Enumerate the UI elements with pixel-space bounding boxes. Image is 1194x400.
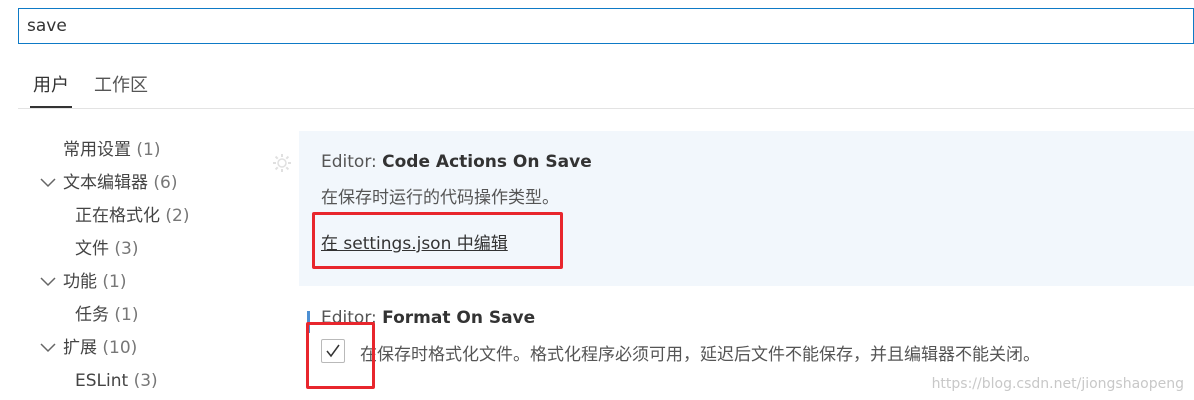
toc-item-label: ESLint: [75, 371, 129, 391]
setting-title: Editor: Code Actions On Save: [321, 152, 592, 172]
toc-item-label: 常用设置: [63, 140, 131, 160]
toc-item-eslint[interactable]: ESLint (3): [75, 365, 158, 397]
toc-item-formatting[interactable]: 正在格式化 (2): [75, 200, 190, 232]
tab-workspace[interactable]: 工作区: [94, 72, 148, 106]
toc-item-text-editor[interactable]: 文本编辑器 (6): [63, 167, 178, 199]
toc-item-label: 扩展: [63, 338, 97, 358]
toc-item-label: 文件: [75, 239, 109, 259]
toc-item-count: (1): [114, 305, 139, 325]
watermark: https://blog.csdn.net/jiongshaopeng: [931, 376, 1184, 392]
toc-item-label: 功能: [63, 272, 97, 292]
toc-item-count: (1): [136, 140, 161, 160]
chevron-down-icon[interactable]: [38, 266, 58, 298]
settings-toc: 常用设置 (1) 文本编辑器 (6) 正在格式化 (2) 文件 (3) 功能 (…: [0, 133, 270, 400]
toc-item-files[interactable]: 文件 (3): [75, 233, 139, 265]
scope-tabs: 用户 工作区: [18, 66, 1194, 109]
toc-item-tasks[interactable]: 任务 (1): [75, 299, 139, 331]
toc-item-label: 文本编辑器: [63, 173, 148, 193]
toc-item-extensions[interactable]: 扩展 (10): [63, 332, 137, 364]
setting-description: 在保存时运行的代码操作类型。: [321, 188, 559, 208]
setting-category: Editor:: [321, 152, 383, 172]
toc-item-label: 任务: [75, 305, 109, 325]
toc-item-features[interactable]: 功能 (1): [63, 266, 127, 298]
setting-description: 在保存时格式化文件。格式化程序必须可用，延迟后文件不能保存，并且编辑器不能关闭。: [360, 345, 1040, 365]
annotation-highlight-box: [312, 212, 563, 269]
toc-item-count: (2): [165, 206, 190, 226]
toc-item-count: (3): [133, 371, 158, 391]
toc-item-count: (6): [153, 173, 178, 193]
search-input[interactable]: [27, 9, 1177, 43]
gear-icon[interactable]: [272, 153, 292, 173]
setting-name: Format On Save: [382, 308, 536, 328]
toc-item-count: (10): [102, 338, 138, 358]
chevron-down-icon[interactable]: [38, 167, 58, 199]
tab-user[interactable]: 用户: [30, 72, 72, 108]
annotation-highlight-box: [306, 322, 375, 389]
toc-item-count: (3): [114, 239, 139, 259]
toc-item-count: (1): [102, 272, 127, 292]
toc-item-label: 正在格式化: [75, 206, 160, 226]
chevron-down-icon[interactable]: [38, 332, 58, 364]
settings-editor: 用户 工作区 常用设置 (1) 文本编辑器 (6) 正在格式化 (2) 文件 (…: [0, 0, 1194, 400]
setting-name: Code Actions On Save: [382, 152, 592, 172]
toc-item-commonly-used[interactable]: 常用设置 (1): [63, 134, 161, 166]
search-box[interactable]: [18, 8, 1194, 44]
